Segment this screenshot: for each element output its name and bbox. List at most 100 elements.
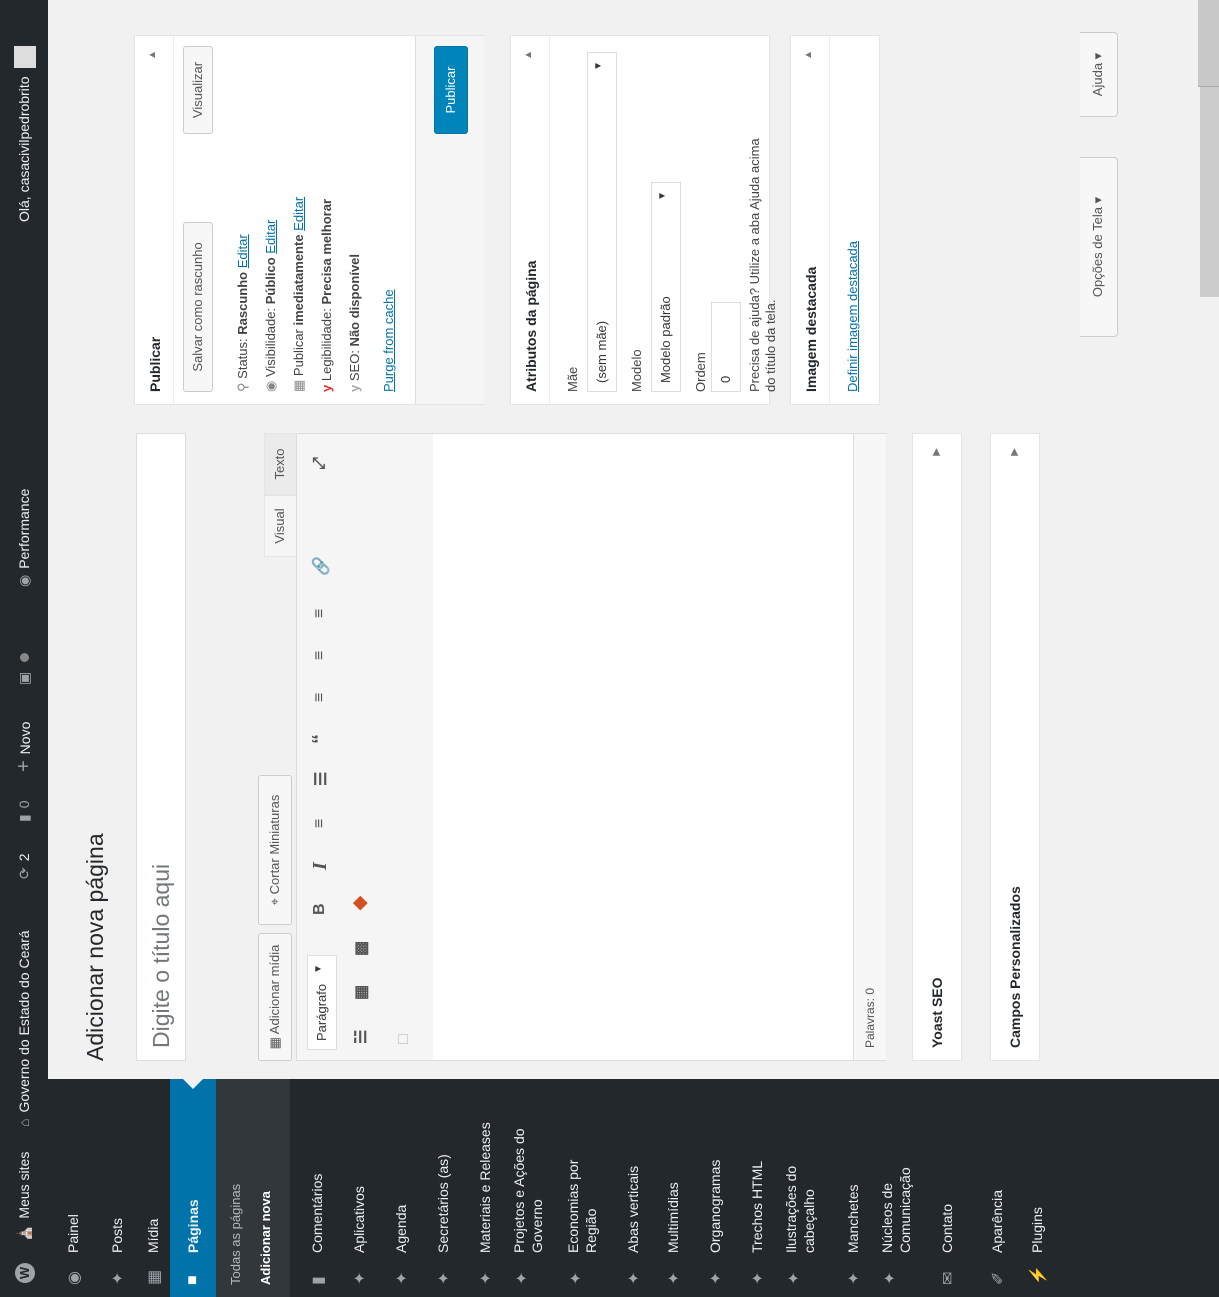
status-dot-icon: [20, 652, 29, 662]
format-select-value: Parágrafo: [314, 983, 329, 1041]
align-right-icon[interactable]: ≡: [311, 609, 329, 618]
preview-button[interactable]: Visualizar: [183, 46, 213, 134]
pin-icon: ✦: [750, 1271, 767, 1285]
title-input[interactable]: Digite o título aqui: [136, 433, 186, 1061]
tab-text[interactable]: Texto: [264, 433, 296, 495]
sidebar-item-projetos[interactable]: ✦ Projetos e Ações do Governo: [504, 1079, 552, 1297]
brush-icon: ✐: [990, 1271, 1007, 1285]
bold-icon[interactable]: B: [311, 903, 329, 915]
table-icon[interactable]: ▦: [351, 985, 371, 1000]
sidebar-item-abas-verticais[interactable]: ✦ Abas verticais: [614, 1079, 650, 1297]
sidebar-item-label: Organogramas: [707, 1159, 723, 1253]
sidebar-item-ilustracoes[interactable]: ✦ Ilustrações do cabeçalho: [776, 1079, 824, 1297]
sidebar-item-label: Posts: [109, 1217, 125, 1253]
sidebar-item-economias[interactable]: ✦ Economias por Região: [558, 1079, 606, 1297]
editor-content-area[interactable]: [433, 434, 853, 1060]
align-left-icon[interactable]: ≡: [311, 693, 329, 702]
grid-icon[interactable]: ▩: [351, 941, 371, 956]
sidebar-item-secretarios[interactable]: ✦ Secretários (as): [424, 1079, 460, 1297]
purge-cache-link[interactable]: Purge from cache: [381, 289, 396, 392]
numbered-list-icon[interactable]: ☰: [311, 772, 331, 786]
blockquote-icon[interactable]: “: [309, 734, 332, 744]
wordpress-logo-icon[interactable]: W: [0, 1263, 48, 1283]
publish-button[interactable]: Publicar: [434, 46, 468, 134]
schedule-row: ▦ Publicar imediatamente Editar: [291, 197, 307, 392]
help-button[interactable]: Ajuda ▾: [1080, 32, 1118, 117]
new-content-menu[interactable]: + Novo: [0, 722, 48, 772]
save-draft-button[interactable]: Salvar como rascunho: [183, 222, 213, 392]
yoast-menu[interactable]: ▣: [0, 652, 48, 685]
title-placeholder: Digite o título aqui: [148, 863, 174, 1048]
add-media-button[interactable]: ▦ Adicionar mídia: [258, 933, 292, 1061]
site-name-menu[interactable]: ⌂ Governo do Estado do Ceará: [0, 930, 48, 1127]
toolbar-toggle-icon[interactable]: ☱: [351, 1030, 371, 1044]
edit-visibility-link[interactable]: Editar: [263, 220, 278, 254]
screen-options-button[interactable]: Opções de Tela ▾: [1080, 157, 1118, 337]
comments-link[interactable]: ▮0: [0, 800, 48, 822]
format-select[interactable]: Parágrafo ▼: [307, 955, 337, 1050]
link-icon[interactable]: 🔗: [311, 556, 331, 576]
updates-link[interactable]: ⟳2: [0, 853, 48, 879]
toggle-arrow-icon[interactable]: ▲: [803, 50, 814, 60]
sidebar-item-label: Aparência: [989, 1189, 1005, 1253]
sidebar-item-label: Trechos HTML: [749, 1160, 765, 1253]
avatar: [14, 46, 37, 69]
sidebar-item-aplicativos[interactable]: ✦ Aplicativos: [340, 1079, 376, 1297]
yoast-gray-icon: y: [347, 384, 362, 392]
crop-icon: ⌖: [267, 898, 282, 906]
readability-row: y Legibilidade: Precisa melhorar: [319, 199, 334, 392]
yoast-red-icon: y: [319, 384, 334, 392]
sidebar-item-materiais[interactable]: ✦ Materiais e Releases: [466, 1079, 502, 1297]
sidebar-item-trechos-html[interactable]: ✦ Trechos HTML: [738, 1079, 774, 1297]
sidebar-item-manchetes[interactable]: ✦ Manchetes: [834, 1079, 870, 1297]
sidebar-item-nucleos[interactable]: ✦ Núcleos de Comunicação: [872, 1079, 920, 1297]
parent-select[interactable]: (sem mãe) ▼: [587, 52, 617, 392]
submenu-add-new[interactable]: Adicionar nova: [258, 1191, 273, 1285]
sidebar-item-comentarios[interactable]: ▮ Comentários: [298, 1079, 334, 1297]
current-menu-arrow: [183, 1079, 203, 1089]
italic-icon[interactable]: I: [309, 862, 332, 870]
home-icon: ⌂: [16, 1118, 32, 1127]
pin-icon: ✦: [394, 1271, 411, 1285]
sidebar-item-aparencia[interactable]: ✐ Aparência: [978, 1079, 1014, 1297]
sidebar-item-paginas[interactable]: ■ Páginas: [170, 1079, 216, 1297]
toggle-arrow-icon[interactable]: ▲: [147, 50, 158, 60]
sidebar-item-label: Economias por Região: [565, 1159, 599, 1253]
fullscreen-icon[interactable]: ⤢: [311, 457, 329, 470]
sidebar-item-agenda[interactable]: ✦ Agenda: [382, 1079, 418, 1297]
crop-thumbnails-button[interactable]: ⌖ Cortar Miniaturas: [258, 775, 292, 925]
bullet-list-icon[interactable]: ≡: [311, 819, 329, 828]
sidebar-item-label: Plugins: [1029, 1207, 1045, 1253]
sidebar-item-plugins[interactable]: ⚡ Plugins: [1018, 1079, 1054, 1297]
set-featured-image-link[interactable]: Definir imagem destacada: [845, 241, 860, 392]
scrollbar-thumb[interactable]: [1198, 0, 1219, 87]
edit-schedule-link[interactable]: Editar: [291, 197, 306, 231]
sidebar-item-label: Projetos e Ações do Governo: [511, 1128, 545, 1253]
edit-status-link[interactable]: Editar: [235, 234, 250, 268]
schedule-label: Publicar: [291, 329, 306, 377]
pin-icon: ✦: [436, 1271, 453, 1285]
sidebar-item-multimidias[interactable]: ✦ Multimídias: [654, 1079, 690, 1297]
toggle-arrow-icon[interactable]: ▶: [1009, 448, 1020, 456]
sidebar-item-midia[interactable]: ▦ Mídia: [136, 1079, 170, 1297]
colorful-plugin-icon[interactable]: ◆: [349, 896, 370, 910]
pin-icon: ✦: [708, 1271, 725, 1285]
toggle-arrow-icon[interactable]: ▲: [523, 50, 534, 60]
pin-icon: ✦: [352, 1271, 369, 1285]
performance-menu[interactable]: ◉ Performance: [0, 489, 48, 587]
submenu-all-pages[interactable]: Todas as páginas: [228, 1184, 243, 1285]
pin-icon: ✦: [882, 1271, 899, 1285]
document-icon[interactable]: □: [395, 1034, 413, 1044]
my-sites-menu[interactable]: ⛪ Meus sites: [0, 1152, 48, 1242]
sidebar-item-contato[interactable]: ✉ Contato: [928, 1079, 964, 1297]
readability-value: Precisa melhorar: [319, 198, 334, 305]
tab-visual[interactable]: Visual: [264, 495, 296, 557]
sidebar-item-painel[interactable]: ◉ Painel: [56, 1079, 90, 1297]
toggle-arrow-icon[interactable]: ▶: [931, 448, 942, 456]
sidebar-item-posts[interactable]: ✦ Posts: [100, 1079, 134, 1297]
sidebar-item-organogramas[interactable]: ✦ Organogramas: [696, 1079, 732, 1297]
order-input[interactable]: 0: [711, 302, 741, 392]
align-center-icon[interactable]: ≡: [311, 651, 329, 660]
template-select[interactable]: Modelo padrão ▼: [651, 182, 681, 392]
account-menu[interactable]: Olá, casacivilpedrobrito: [0, 46, 48, 222]
